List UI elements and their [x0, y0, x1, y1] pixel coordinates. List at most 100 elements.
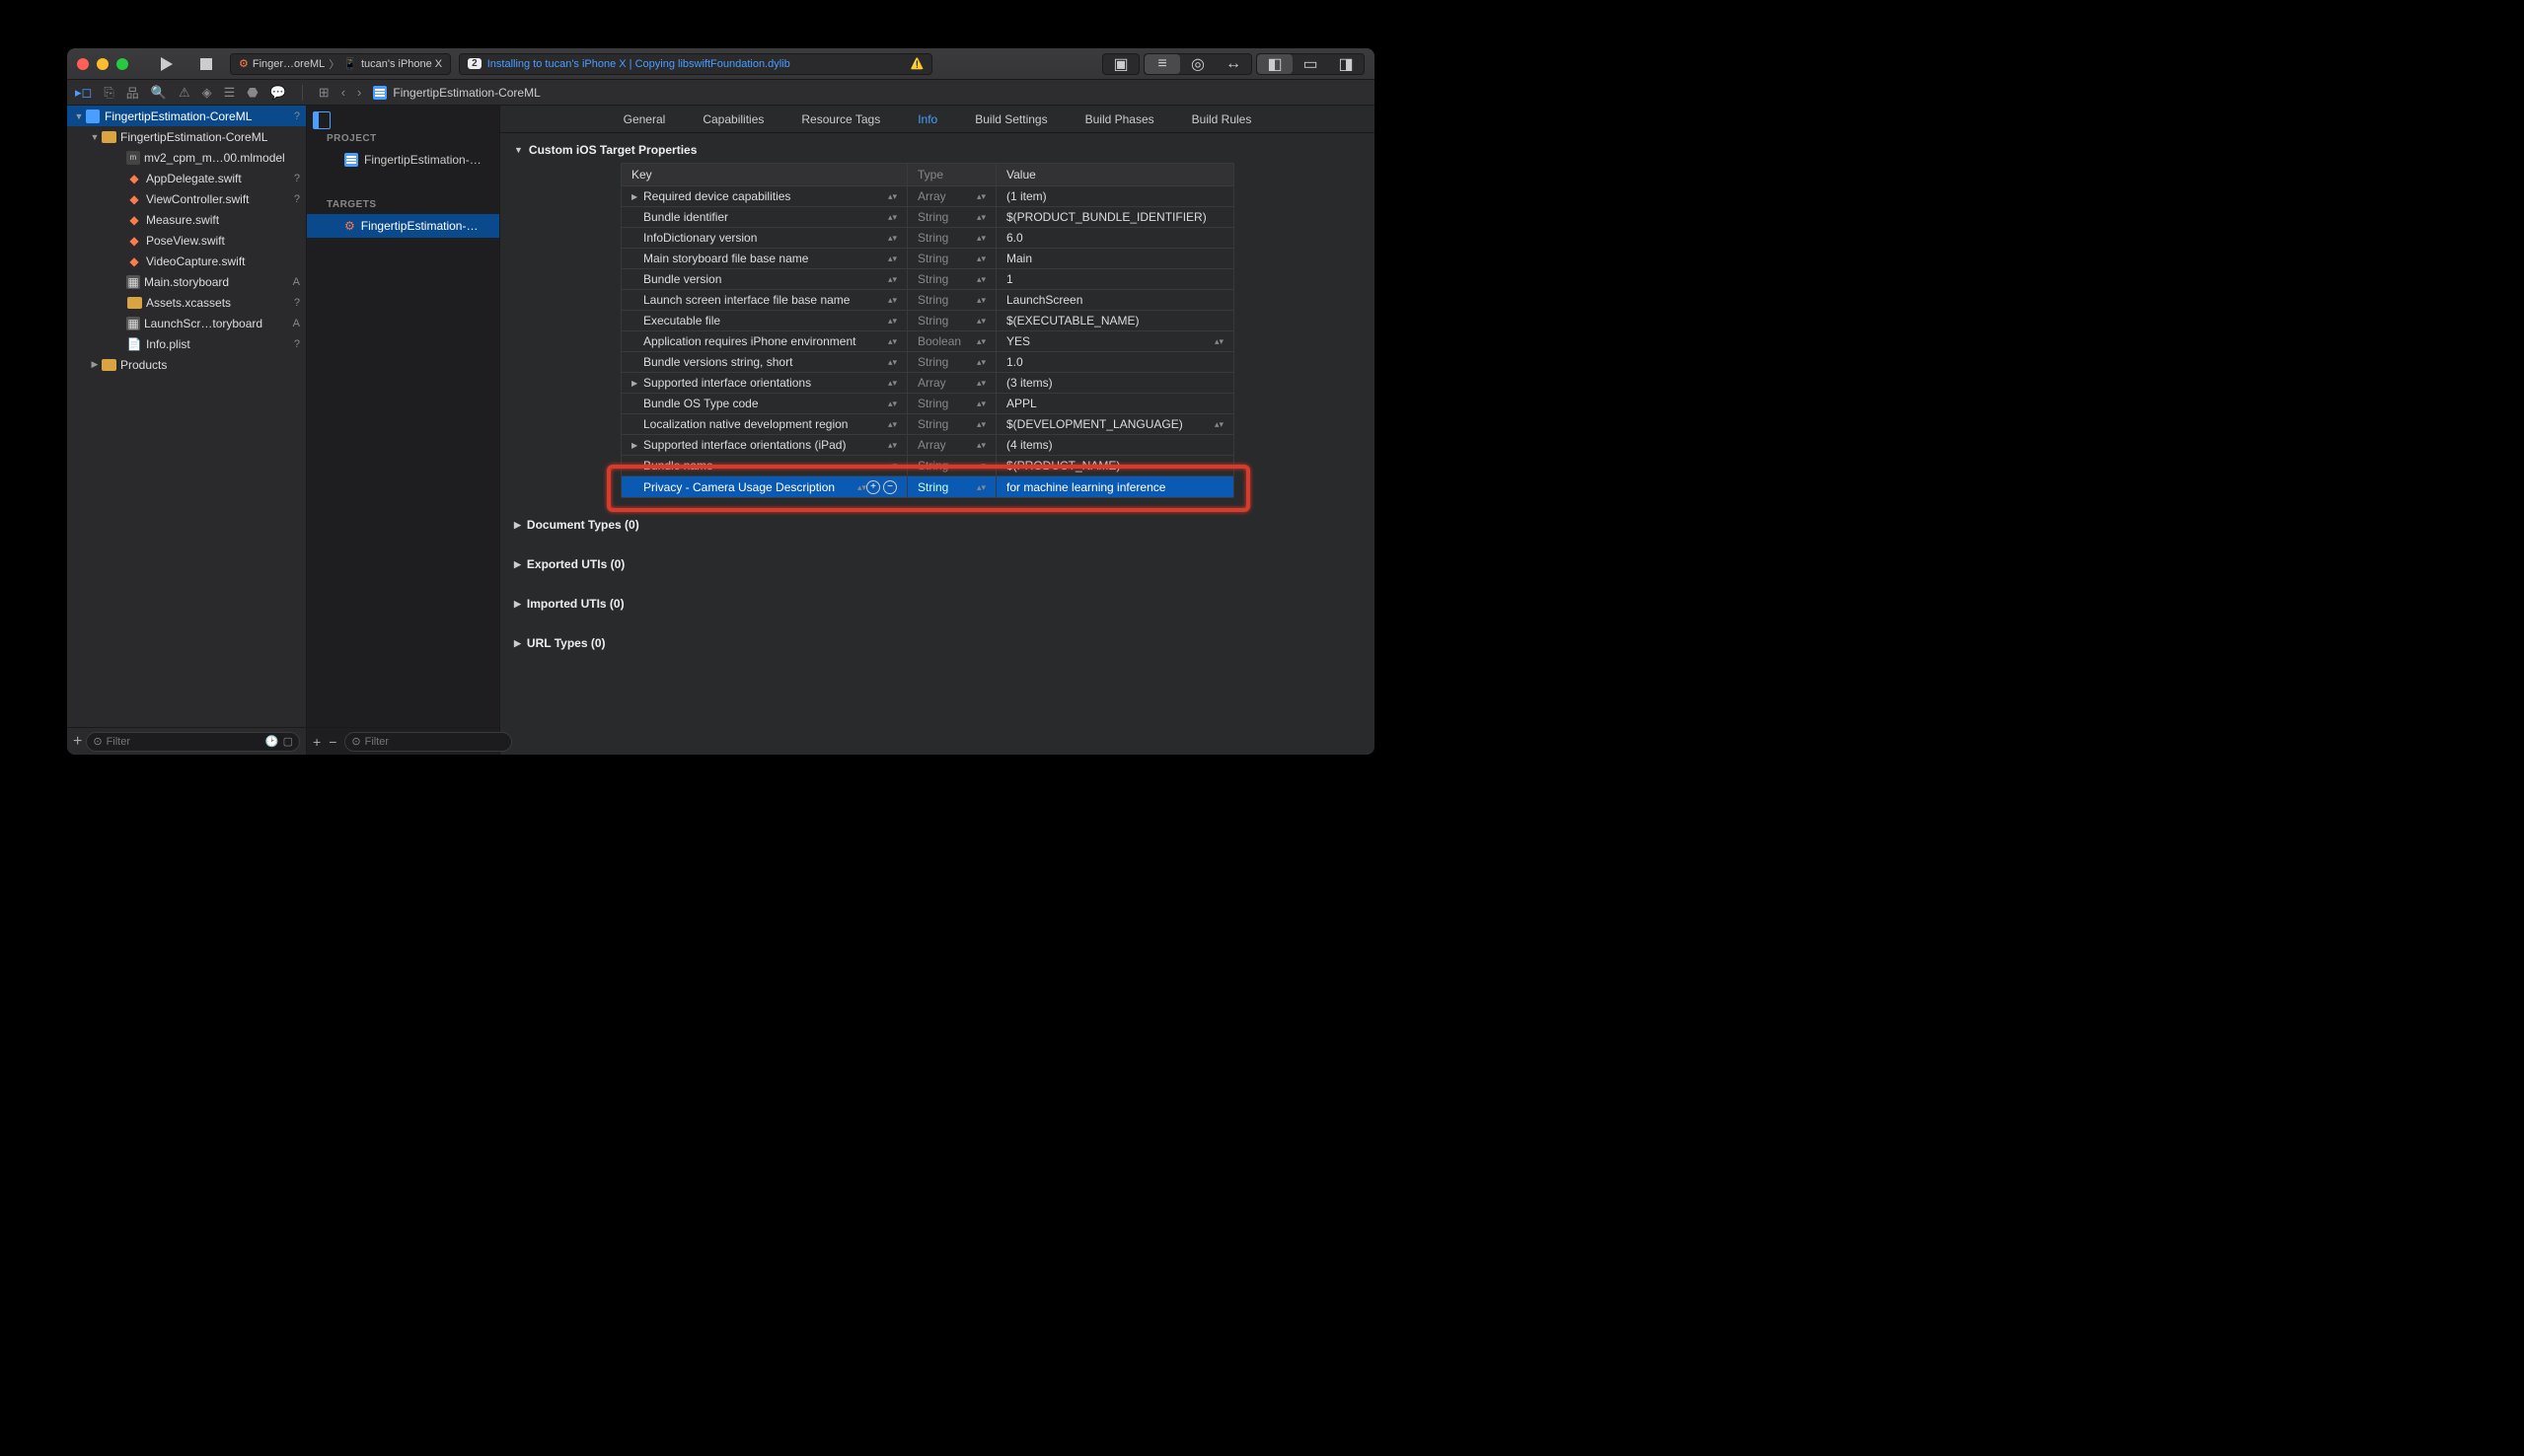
- type-stepper-icon[interactable]: ▴▾: [977, 338, 986, 344]
- key-stepper-icon[interactable]: ▴▾: [888, 442, 897, 448]
- toggle-debug-button[interactable]: ▭: [1293, 54, 1328, 74]
- section-header-doctypes[interactable]: ▶ Document Types (0): [514, 518, 1361, 532]
- go-back-icon[interactable]: ‹: [341, 85, 345, 100]
- editor-tab-info[interactable]: Info: [918, 112, 937, 126]
- type-stepper-icon[interactable]: ▴▾: [977, 276, 986, 282]
- plist-row[interactable]: Bundle versions string, short▴▾String▴▾1…: [622, 352, 1233, 373]
- plist-row[interactable]: Main storyboard file base name▴▾String▴▾…: [622, 249, 1233, 269]
- group-row[interactable]: ▼ FingertipEstimation-CoreML: [67, 126, 306, 147]
- key-stepper-icon[interactable]: ▴▾: [888, 421, 897, 427]
- zoom-window-button[interactable]: [116, 58, 128, 70]
- type-stepper-icon[interactable]: ▴▾: [977, 380, 986, 386]
- plist-header-key[interactable]: Key: [622, 164, 908, 185]
- key-stepper-icon[interactable]: ▴▾: [888, 463, 897, 469]
- issue-navigator-icon[interactable]: ⚠: [179, 85, 190, 101]
- plist-row[interactable]: Application requires iPhone environment▴…: [622, 331, 1233, 352]
- navigator-filter-input[interactable]: [107, 736, 261, 748]
- section-header-exported-utis[interactable]: ▶ Exported UTIs (0): [514, 557, 1361, 571]
- type-stepper-icon[interactable]: ▴▾: [977, 359, 986, 365]
- type-stepper-icon[interactable]: ▴▾: [977, 255, 986, 261]
- key-stepper-icon[interactable]: ▴▾: [888, 297, 897, 303]
- section-header-imported-utis[interactable]: ▶ Imported UTIs (0): [514, 597, 1361, 611]
- file-row[interactable]: ◆PoseView.swift: [67, 230, 306, 251]
- scm-filter-icon[interactable]: ▢: [283, 735, 293, 748]
- plist-row[interactable]: Launch screen interface file base name▴▾…: [622, 290, 1233, 311]
- project-root-row[interactable]: ▼ FingertipEstimation-CoreML ?: [67, 106, 306, 126]
- section-header-url-types[interactable]: ▶ URL Types (0): [514, 636, 1361, 650]
- run-button[interactable]: [151, 54, 183, 74]
- type-stepper-icon[interactable]: ▴▾: [977, 318, 986, 324]
- key-stepper-icon[interactable]: ▴▾: [888, 338, 897, 344]
- value-stepper-icon[interactable]: ▴▾: [1215, 421, 1224, 427]
- type-stepper-icon[interactable]: ▴▾: [977, 193, 986, 199]
- file-row[interactable]: ◆AppDelegate.swift?: [67, 168, 306, 188]
- key-stepper-icon[interactable]: ▴▾: [888, 255, 897, 261]
- plist-row[interactable]: ▶Supported interface orientations (iPad)…: [622, 435, 1233, 456]
- type-stepper-icon[interactable]: ▴▾: [977, 400, 986, 406]
- editor-tab-general[interactable]: General: [624, 112, 666, 126]
- file-row[interactable]: mmv2_cpm_m…00.mlmodel: [67, 147, 306, 168]
- targets-filter-input[interactable]: [365, 736, 505, 748]
- file-row[interactable]: ◆VideoCapture.swift: [67, 251, 306, 271]
- editor-tab-build-rules[interactable]: Build Rules: [1192, 112, 1252, 126]
- toggle-targets-panel-button[interactable]: [313, 111, 331, 129]
- targets-filter[interactable]: ⊙: [344, 732, 511, 752]
- project-row[interactable]: FingertipEstimation-…: [307, 148, 499, 172]
- source-control-navigator-icon[interactable]: ⎘: [104, 85, 113, 101]
- find-navigator-icon[interactable]: 🔍: [151, 85, 167, 101]
- recent-filter-icon[interactable]: 🕑: [265, 735, 279, 748]
- activity-view[interactable]: 2 Installing to tucan's iPhone X | Copyi…: [459, 53, 932, 75]
- key-stepper-icon[interactable]: ▴▾: [857, 484, 866, 490]
- editor-tab-capabilities[interactable]: Capabilities: [703, 112, 764, 126]
- plist-row[interactable]: Privacy - Camera Usage Description▴▾+−St…: [622, 476, 1233, 497]
- target-row[interactable]: ⚙ FingertipEstimation-…: [307, 214, 499, 238]
- stop-button[interactable]: [190, 54, 222, 74]
- minimize-window-button[interactable]: [97, 58, 109, 70]
- type-stepper-icon[interactable]: ▴▾: [977, 442, 986, 448]
- remove-target-button[interactable]: −: [329, 734, 336, 750]
- key-stepper-icon[interactable]: ▴▾: [888, 380, 897, 386]
- section-header-custom[interactable]: ▼ Custom iOS Target Properties: [514, 143, 1361, 157]
- toggle-inspector-button[interactable]: ◨: [1328, 54, 1364, 74]
- products-row[interactable]: ▶ Products: [67, 354, 306, 375]
- related-items-icon[interactable]: ⊞: [319, 85, 330, 101]
- type-stepper-icon[interactable]: ▴▾: [977, 235, 986, 241]
- breakpoint-navigator-icon[interactable]: ⬣: [247, 85, 258, 101]
- plist-row[interactable]: Bundle name▴▾String▴▾$(PRODUCT_NAME): [622, 456, 1233, 476]
- key-stepper-icon[interactable]: ▴▾: [888, 318, 897, 324]
- file-row[interactable]: ◆ViewController.swift?: [67, 188, 306, 209]
- debug-navigator-icon[interactable]: ☰: [224, 85, 236, 101]
- toggle-navigator-button[interactable]: ◧: [1257, 54, 1293, 74]
- key-stepper-icon[interactable]: ▴▾: [888, 400, 897, 406]
- assistant-editor-button[interactable]: ◎: [1180, 54, 1216, 74]
- standard-editor-button[interactable]: ≡: [1145, 54, 1180, 74]
- plist-row[interactable]: Executable file▴▾String▴▾$(EXECUTABLE_NA…: [622, 311, 1233, 331]
- file-row[interactable]: ◆Measure.swift: [67, 209, 306, 230]
- report-navigator-icon[interactable]: 💬: [270, 85, 286, 101]
- plist-header-value[interactable]: Value: [997, 164, 1233, 185]
- key-stepper-icon[interactable]: ▴▾: [888, 359, 897, 365]
- plist-row[interactable]: ▶Supported interface orientations▴▾Array…: [622, 373, 1233, 394]
- file-row[interactable]: 📄Info.plist?: [67, 333, 306, 354]
- key-stepper-icon[interactable]: ▴▾: [888, 214, 897, 220]
- editor-tab-resource-tags[interactable]: Resource Tags: [801, 112, 880, 126]
- close-window-button[interactable]: [77, 58, 89, 70]
- symbol-navigator-icon[interactable]: 品: [126, 83, 139, 102]
- type-stepper-icon[interactable]: ▴▾: [977, 484, 986, 490]
- add-button[interactable]: +: [73, 733, 82, 751]
- type-stepper-icon[interactable]: ▴▾: [977, 463, 986, 469]
- add-target-button[interactable]: +: [313, 734, 321, 750]
- key-stepper-icon[interactable]: ▴▾: [888, 276, 897, 282]
- go-forward-icon[interactable]: ›: [357, 85, 361, 100]
- jump-bar[interactable]: FingertipEstimation-CoreML: [373, 86, 540, 100]
- key-stepper-icon[interactable]: ▴▾: [888, 235, 897, 241]
- navigator-filter[interactable]: ⊙ 🕑 ▢: [86, 732, 300, 752]
- type-stepper-icon[interactable]: ▴▾: [977, 297, 986, 303]
- version-editor-button[interactable]: ↔: [1216, 54, 1251, 74]
- value-stepper-icon[interactable]: ▴▾: [1215, 338, 1224, 344]
- file-row[interactable]: ▦LaunchScr…toryboardA: [67, 313, 306, 333]
- key-stepper-icon[interactable]: ▴▾: [888, 193, 897, 199]
- plist-row[interactable]: InfoDictionary version▴▾String▴▾6.0: [622, 228, 1233, 249]
- test-navigator-icon[interactable]: ◈: [202, 85, 212, 101]
- type-stepper-icon[interactable]: ▴▾: [977, 421, 986, 427]
